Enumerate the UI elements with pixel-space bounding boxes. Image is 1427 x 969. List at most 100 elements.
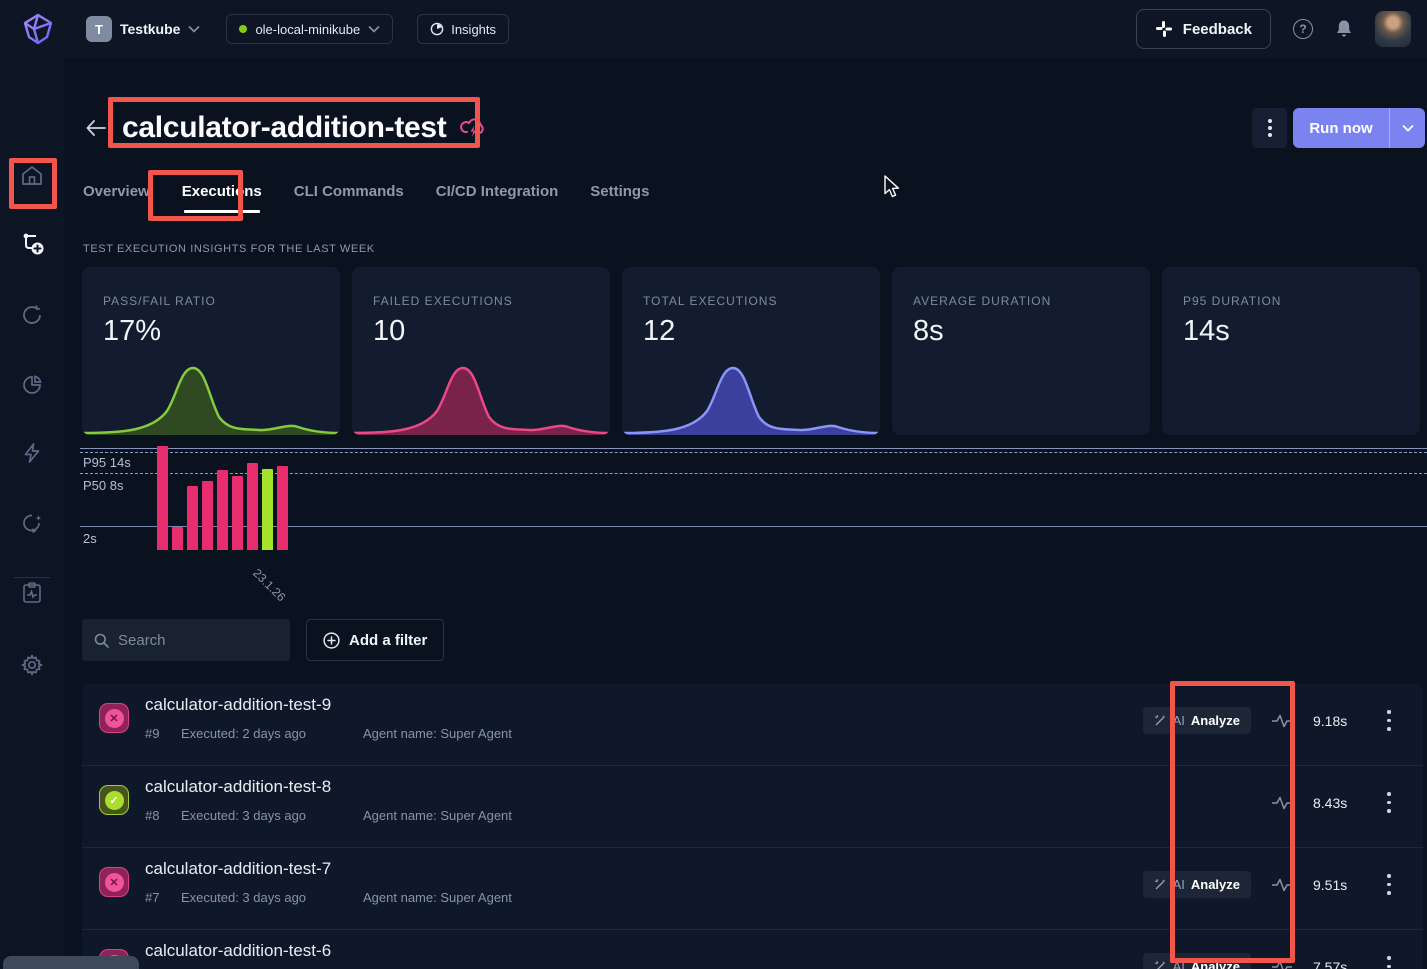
gear-icon [20, 653, 44, 677]
feedback-button[interactable]: Feedback [1136, 9, 1271, 49]
sidebar-divider [14, 577, 50, 578]
sidebar-item-executions[interactable] [20, 303, 44, 327]
org-badge: T [86, 16, 112, 42]
lightning-icon [20, 441, 44, 465]
card-average-duration: AVERAGE DURATION 8s [892, 267, 1150, 435]
row-kebab-menu[interactable] [1369, 872, 1409, 898]
search-input[interactable] [118, 632, 268, 649]
execution-title: calculator-addition-test-9 [145, 695, 331, 715]
top-bar: T Testkube ole-local-minikube Insights F… [0, 0, 1427, 58]
duration-bar[interactable] [202, 481, 213, 550]
rotate-sparkle-icon [20, 511, 44, 535]
sparkline-indigo [622, 359, 880, 435]
partial-toast [3, 956, 139, 969]
duration-bar[interactable] [217, 470, 228, 550]
kebab-icon [1268, 116, 1272, 140]
row-kebab-menu[interactable] [1369, 954, 1409, 969]
help-icon[interactable]: ? [1293, 19, 1313, 39]
insights-button[interactable]: Insights [417, 14, 509, 44]
row-kebab-menu[interactable] [1369, 790, 1409, 816]
sidebar-item-webhooks[interactable] [20, 511, 44, 535]
sidebar-item-dashboard[interactable] [20, 164, 44, 188]
sidebar-item-insights[interactable] [20, 373, 44, 397]
sidebar-item-triggers[interactable] [20, 441, 44, 465]
back-arrow-icon[interactable] [84, 118, 108, 138]
sidebar-item-settings[interactable] [20, 653, 44, 677]
duration-bar[interactable] [187, 486, 198, 550]
sidebar-nav [0, 58, 64, 969]
slack-icon [1155, 20, 1173, 38]
tab-overview[interactable]: Overview [83, 175, 150, 215]
workflow-add-icon [20, 231, 46, 257]
card-label: P95 DURATION [1183, 294, 1281, 308]
tab-executions[interactable]: Executions [182, 175, 262, 215]
duration-bar[interactable] [157, 446, 168, 550]
execution-agent: Agent name: Super Agent [363, 726, 512, 741]
sidebar-item-status-pages[interactable] [20, 581, 44, 605]
kebab-icon [1387, 790, 1391, 816]
card-value: 14s [1183, 315, 1230, 348]
run-now-button[interactable]: Run now [1293, 108, 1389, 148]
pie-chart-icon [20, 373, 44, 397]
testkube-logo-icon[interactable] [18, 9, 58, 49]
env-status-dot [239, 25, 247, 33]
execution-row[interactable]: ✕ calculator-addition-test-7 #7 Executed… [82, 848, 1423, 930]
tab-cli-commands[interactable]: CLI Commands [294, 175, 404, 215]
chevron-down-icon [188, 25, 200, 33]
execution-row[interactable]: ✕ calculator-addition-test-9 #9 Executed… [82, 684, 1423, 766]
card-value: 10 [373, 315, 405, 348]
sparkline-green [82, 359, 340, 435]
search-icon [94, 633, 109, 648]
notifications-bell-icon[interactable] [1335, 19, 1353, 39]
duration-bar[interactable] [247, 463, 258, 550]
env-name: ole-local-minikube [255, 22, 360, 37]
page-title: calculator-addition-test [122, 111, 447, 145]
status-failed-icon: ✕ [99, 867, 129, 897]
ai-analyze-button[interactable]: AI Analyze [1143, 953, 1251, 969]
ai-analyze-button[interactable]: AI Analyze [1143, 707, 1251, 734]
header-kebab-menu[interactable] [1252, 108, 1287, 148]
insights-caption: TEST EXECUTION INSIGHTS FOR THE LAST WEE… [83, 243, 375, 255]
plus-circle-icon [323, 632, 340, 649]
card-total-executions: TOTAL EXECUTIONS 12 [622, 267, 880, 435]
org-switcher[interactable]: T Testkube [86, 16, 200, 42]
main-content: calculator-addition-test Run now Overvie… [64, 58, 1427, 969]
duration-bar[interactable] [172, 527, 183, 550]
card-label: AVERAGE DURATION [913, 294, 1051, 308]
user-avatar[interactable] [1375, 11, 1411, 47]
status-failed-icon: ✕ [99, 703, 129, 733]
pie-clock-icon [430, 22, 444, 36]
tab-settings[interactable]: Settings [590, 175, 649, 215]
magic-wand-icon [1154, 714, 1167, 727]
ai-analyze-button[interactable]: AI Analyze [1143, 871, 1251, 898]
duration-bar[interactable] [262, 469, 273, 550]
chevron-down-icon [1402, 124, 1414, 132]
card-p95-duration: P95 DURATION 14s [1162, 267, 1420, 435]
org-name: Testkube [120, 21, 180, 37]
execution-agent: Agent name: Super Agent [363, 890, 512, 905]
execution-meta: #7 Executed: 3 days ago Agent name: Supe… [145, 890, 512, 905]
row-kebab-menu[interactable] [1369, 708, 1409, 734]
tab-cicd-integration[interactable]: CI/CD Integration [436, 175, 559, 215]
execution-duration: 9.18s [1313, 713, 1369, 729]
page-header: calculator-addition-test Run now [64, 100, 1427, 156]
sparkline-pink [352, 359, 610, 435]
card-pass-fail-ratio: PASS/FAIL RATIO 17% [82, 267, 340, 435]
magic-wand-icon [1154, 960, 1167, 969]
add-filter-button[interactable]: Add a filter [306, 619, 444, 661]
ai-label: AI [1173, 713, 1185, 728]
sidebar-item-test-workflows[interactable] [20, 231, 44, 255]
clipboard-pulse-icon [20, 581, 44, 605]
environment-selector[interactable]: ole-local-minikube [226, 14, 393, 44]
kebab-icon [1387, 954, 1391, 969]
insights-label: Insights [451, 22, 496, 37]
duration-bar[interactable] [277, 466, 288, 550]
execution-row[interactable]: ✕ calculator-addition-test-6 AI Analyze … [82, 930, 1423, 969]
add-filter-label: Add a filter [349, 632, 427, 649]
run-now-dropdown[interactable] [1389, 108, 1425, 148]
card-value: 17% [103, 315, 161, 348]
duration-bar[interactable] [232, 476, 243, 550]
execution-row[interactable]: ✓ calculator-addition-test-8 #8 Executed… [82, 766, 1423, 848]
duration-chart: P95 14s P50 8s 2s 23.1.26 [64, 438, 1427, 613]
tab-bar: Overview Executions CLI Commands CI/CD I… [83, 175, 649, 215]
